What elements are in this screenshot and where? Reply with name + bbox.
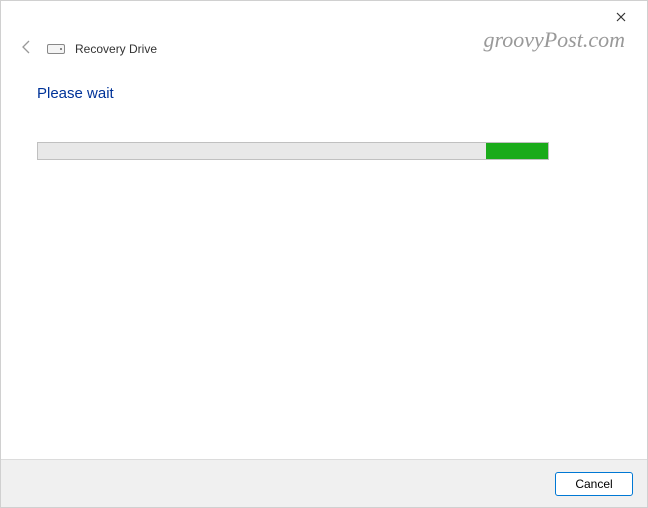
- drive-icon: [47, 43, 65, 55]
- close-button[interactable]: [607, 3, 635, 31]
- progress-bar: [37, 142, 549, 160]
- header-row: Recovery Drive: [1, 33, 647, 61]
- recovery-drive-wizard-window: Recovery Drive Please wait Cancel groovy…: [0, 0, 648, 508]
- cancel-button[interactable]: Cancel: [555, 472, 633, 496]
- status-text: Please wait: [37, 85, 611, 102]
- close-icon: [616, 9, 626, 25]
- content-area: Please wait: [1, 61, 647, 459]
- app-title: Recovery Drive: [75, 42, 157, 56]
- footer: Cancel: [1, 459, 647, 507]
- progress-segment: [486, 143, 548, 159]
- back-button: [17, 39, 37, 59]
- titlebar: [1, 1, 647, 33]
- back-arrow-icon: [19, 39, 35, 60]
